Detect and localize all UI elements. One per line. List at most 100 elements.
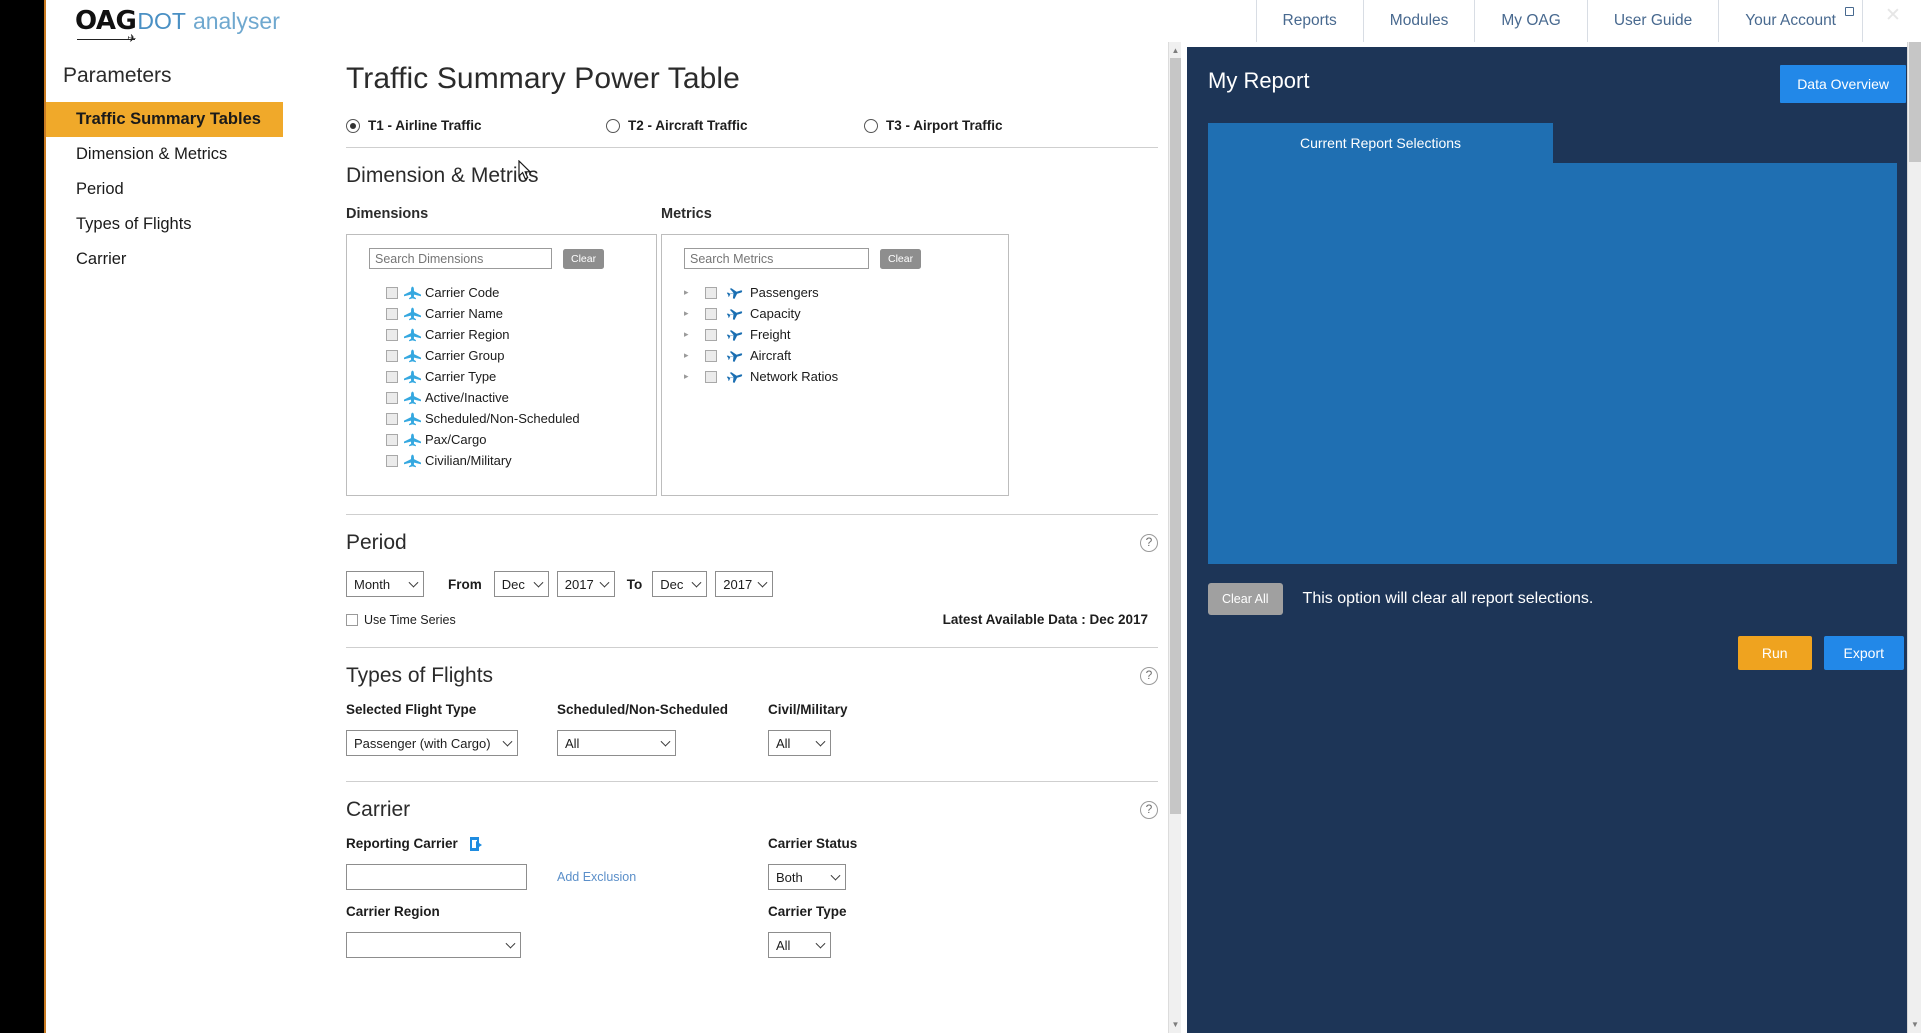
- reporting-carrier-label: Reporting Carrier: [346, 836, 458, 851]
- help-icon[interactable]: ?: [1140, 667, 1158, 685]
- period-from-month-select[interactable]: Dec: [493, 571, 549, 597]
- main-scrollbar[interactable]: ▲ ▼: [1168, 42, 1181, 1033]
- checkbox-icon[interactable]: [386, 391, 398, 404]
- scheduled-nonscheduled-select[interactable]: All: [557, 730, 676, 756]
- scroll-up-arrow-icon[interactable]: ▲: [1171, 46, 1180, 55]
- sidebar-item-label: Traffic Summary Tables: [76, 110, 261, 128]
- sidebar-item-period[interactable]: Period: [46, 172, 283, 207]
- checkbox-icon[interactable]: [705, 328, 717, 341]
- dimension-item[interactable]: Pax/Cargo: [358, 429, 645, 450]
- report-title: My Report: [1208, 68, 1310, 93]
- sidebar-item-label: Dimension & Metrics: [76, 145, 228, 163]
- checkbox-icon[interactable]: [386, 412, 398, 425]
- checkbox-icon[interactable]: [705, 370, 717, 383]
- export-icon[interactable]: [469, 836, 485, 851]
- chevron-right-icon[interactable]: ▸: [684, 309, 697, 318]
- metric-item[interactable]: ▸ Network Ratios: [673, 366, 997, 387]
- radio-t1-airline-traffic[interactable]: T1 - Airline Traffic: [346, 118, 606, 133]
- sidebar-item-types-of-flights[interactable]: Types of Flights: [46, 207, 283, 242]
- tab-current-report-selections[interactable]: Current Report Selections: [1208, 123, 1553, 163]
- dimension-item[interactable]: Scheduled/Non-Scheduled: [358, 408, 645, 429]
- scrollbar-thumb[interactable]: [1909, 42, 1921, 162]
- reporting-carrier-input[interactable]: [346, 864, 527, 890]
- nav-item-modules[interactable]: Modules: [1362, 0, 1475, 42]
- metric-label: Network Ratios: [750, 369, 839, 384]
- chevron-right-icon[interactable]: ▸: [684, 351, 697, 360]
- checkbox-icon[interactable]: [386, 349, 398, 362]
- carrier-status-select[interactable]: Both: [768, 864, 846, 890]
- dimension-item[interactable]: Carrier Type: [358, 366, 645, 387]
- table-type-radio-group: T1 - Airline Traffic T2 - Aircraft Traff…: [346, 118, 1158, 148]
- period-to-year-select[interactable]: 2017: [715, 571, 774, 597]
- left-gutter: [0, 0, 44, 1033]
- scroll-down-arrow-icon[interactable]: ▼: [1911, 1020, 1919, 1029]
- dimension-item[interactable]: Carrier Name: [358, 303, 645, 324]
- checkbox-icon[interactable]: [386, 370, 398, 383]
- sidebar-item-traffic-summary-tables[interactable]: Traffic Summary Tables: [46, 102, 283, 137]
- scroll-down-arrow-icon[interactable]: ▼: [1171, 1020, 1180, 1029]
- carrier-region-select[interactable]: [346, 932, 521, 958]
- report-action-buttons: Run Export: [1737, 636, 1904, 670]
- dimension-item[interactable]: Civilian/Military: [358, 450, 645, 471]
- chevron-right-icon[interactable]: ▸: [684, 330, 697, 339]
- carrier-type-select[interactable]: All: [768, 932, 831, 958]
- oag-logo[interactable]: OAG ✈ DOT analyser: [75, 6, 280, 46]
- chevron-down-icon: [757, 577, 768, 588]
- help-icon[interactable]: ?: [1140, 534, 1158, 552]
- checkbox-icon[interactable]: [386, 307, 398, 320]
- checkbox-icon[interactable]: [386, 286, 398, 299]
- civil-military-select[interactable]: All: [768, 730, 831, 756]
- sidebar-item-label: Types of Flights: [76, 215, 192, 233]
- nav-item-reports[interactable]: Reports: [1255, 0, 1363, 42]
- checkbox-icon[interactable]: [386, 433, 398, 446]
- metric-item[interactable]: ▸ Capacity: [673, 303, 997, 324]
- dimension-item[interactable]: Carrier Group: [358, 345, 645, 366]
- period-granularity-select[interactable]: Month: [346, 571, 424, 597]
- checkbox-icon[interactable]: [705, 307, 717, 320]
- export-button[interactable]: Export: [1823, 636, 1904, 670]
- radio-t2-aircraft-traffic[interactable]: T2 - Aircraft Traffic: [606, 118, 864, 133]
- add-exclusion-link[interactable]: Add Exclusion: [557, 870, 636, 884]
- section-title: Dimension & Metrics: [346, 164, 539, 187]
- data-overview-button[interactable]: Data Overview: [1780, 65, 1906, 103]
- clear-metrics-button[interactable]: Clear: [880, 248, 922, 269]
- metric-item[interactable]: ▸ Freight: [673, 324, 997, 345]
- selected-flight-type-select[interactable]: Passenger (with Cargo): [346, 730, 518, 756]
- chevron-right-icon[interactable]: ▸: [684, 372, 697, 381]
- sidebar-item-label: Carrier: [76, 250, 127, 268]
- nav-label: Modules: [1389, 12, 1449, 29]
- metric-item[interactable]: ▸ Passengers: [673, 282, 997, 303]
- checkbox-icon[interactable]: [705, 349, 717, 362]
- chevron-right-icon[interactable]: ▸: [684, 288, 697, 297]
- run-button[interactable]: Run: [1737, 636, 1812, 670]
- checkbox-icon[interactable]: [386, 454, 398, 467]
- page-scrollbar[interactable]: ▲ ▼: [1907, 42, 1921, 1033]
- scrollbar-thumb[interactable]: [1170, 58, 1181, 814]
- period-to-label: To: [626, 576, 643, 592]
- metric-item[interactable]: ▸ Aircraft: [673, 345, 997, 366]
- nav-item-your-account[interactable]: Your Account: [1718, 0, 1863, 42]
- checkbox-icon[interactable]: [386, 328, 398, 341]
- nav-item-user-guide[interactable]: User Guide: [1586, 0, 1718, 42]
- types-of-flights-labels: Selected Flight Type Scheduled/Non-Sched…: [346, 702, 1158, 728]
- radio-t3-airport-traffic[interactable]: T3 - Airport Traffic: [864, 118, 1003, 133]
- close-icon[interactable]: ✕: [1881, 4, 1905, 28]
- use-time-series-checkbox[interactable]: [346, 613, 358, 626]
- sidebar-item-carrier[interactable]: Carrier: [46, 242, 283, 277]
- dimension-item[interactable]: Carrier Region: [358, 324, 645, 345]
- search-dimensions-input[interactable]: [369, 248, 552, 269]
- clear-all-button[interactable]: Clear All: [1208, 583, 1283, 615]
- dimensions-column-label: Dimensions: [346, 206, 429, 222]
- metrics-panel: Clear ▸ Passengers ▸: [661, 234, 1009, 496]
- nav-item-my-oag[interactable]: My OAG: [1474, 0, 1586, 42]
- dimension-item[interactable]: Active/Inactive: [358, 387, 645, 408]
- sidebar-item-dimension-metrics[interactable]: Dimension & Metrics: [46, 137, 283, 172]
- airplane-icon: [724, 369, 743, 384]
- search-metrics-input[interactable]: [684, 248, 869, 269]
- clear-dimensions-button[interactable]: Clear: [563, 248, 605, 269]
- period-to-month-select[interactable]: Dec: [652, 571, 708, 597]
- dimension-item[interactable]: Carrier Code: [358, 282, 645, 303]
- help-icon[interactable]: ?: [1140, 801, 1158, 819]
- period-from-year-select[interactable]: 2017: [556, 571, 615, 597]
- checkbox-icon[interactable]: [705, 286, 717, 299]
